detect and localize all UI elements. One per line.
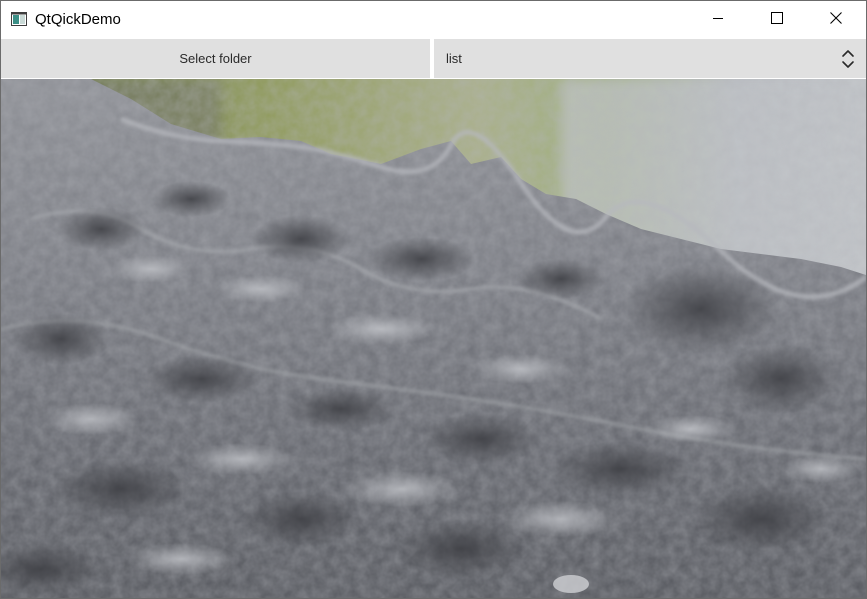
close-button[interactable] <box>807 1 865 38</box>
minimize-icon <box>712 11 724 29</box>
maximize-icon <box>771 11 783 29</box>
image-view <box>1 79 866 598</box>
view-mode-combobox[interactable]: list <box>434 39 866 78</box>
app-window-icon <box>11 12 27 26</box>
select-folder-button[interactable]: Select folder <box>1 39 430 78</box>
toolbar: Select folder list <box>1 38 866 79</box>
window-title: QtQickDemo <box>35 11 121 28</box>
close-icon <box>830 11 842 29</box>
maximize-button[interactable] <box>748 1 806 38</box>
app-window: QtQickDemo Select folder list <box>0 0 867 599</box>
view-mode-value: list <box>446 51 462 66</box>
title-bar[interactable]: QtQickDemo <box>1 1 866 38</box>
rock-photo <box>1 79 866 598</box>
up-down-chevron-icon <box>841 49 855 69</box>
minimize-button[interactable] <box>689 1 747 38</box>
